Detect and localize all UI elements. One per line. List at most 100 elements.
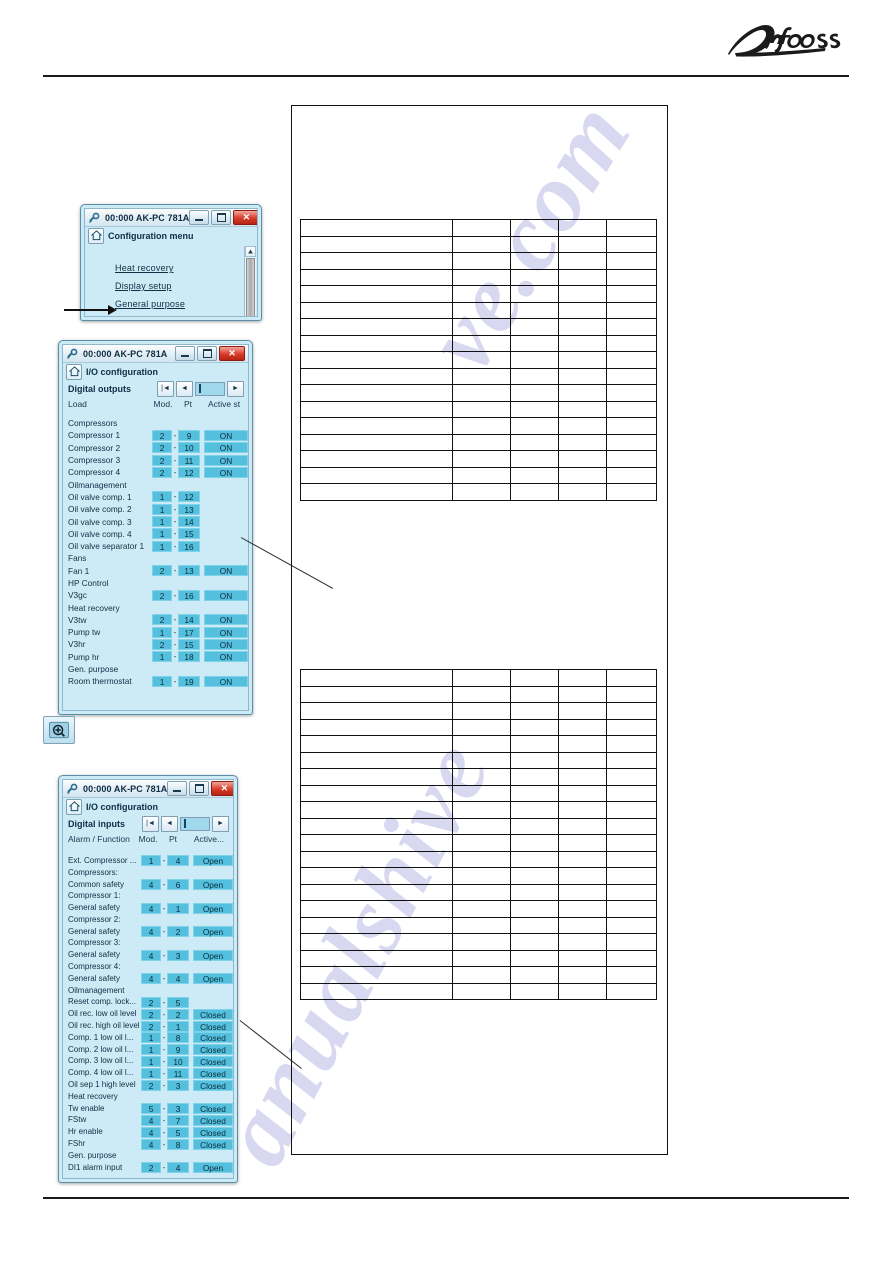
digital-input-row-module[interactable]: 2 [141,1008,161,1020]
digital-output-row-active-state[interactable]: ON [204,466,248,478]
digital-input-row-point[interactable]: 5 [167,996,189,1008]
window-controls[interactable]: ✕ [175,346,245,361]
digital-input-row-module[interactable]: 5 [141,1103,161,1115]
digital-input-row-module[interactable]: 4 [141,1114,161,1126]
digital-output-row-point[interactable]: 16 [178,589,200,601]
digital-input-row-active-state[interactable]: Open [193,855,233,867]
digital-output-row-point[interactable]: 14 [178,516,200,528]
digital-input-row-point[interactable]: 6 [167,878,189,890]
digital-input-row-module[interactable]: 4 [141,878,161,890]
digital-input-row-module[interactable]: 1 [141,855,161,867]
digital-input-row-active-state[interactable]: Closed [193,1044,233,1056]
window-controls[interactable]: ✕ [167,781,233,796]
digital-input-row-module[interactable]: 4 [141,973,161,985]
maximize-button[interactable] [189,781,210,796]
digital-input-row-active-state[interactable]: Closed [193,1032,233,1044]
digital-input-row-module[interactable]: 1 [141,1067,161,1079]
digital-input-row-module[interactable]: 1 [141,1032,161,1044]
digital-input-row-active-state[interactable]: Closed [193,1055,233,1067]
digital-input-row-point[interactable]: 4 [167,973,189,985]
digital-input-row-active-state[interactable]: Closed [193,1020,233,1032]
digital-output-row-point[interactable]: 14 [178,614,200,626]
minimize-button[interactable] [167,781,188,796]
digital-output-row-point[interactable]: 18 [178,651,200,663]
digital-output-row-point[interactable]: 13 [178,565,200,577]
digital-output-row-point[interactable]: 15 [178,638,200,650]
digital-output-row-active-state[interactable]: ON [204,626,248,638]
digital-input-row-active-state[interactable]: Closed [193,1067,233,1079]
maximize-button[interactable] [197,346,217,361]
digital-output-row-module[interactable]: 1 [152,675,172,687]
digital-output-row-active-state[interactable]: ON [204,614,248,626]
close-button[interactable]: ✕ [211,781,233,796]
menu-link-display-setup[interactable]: Display setup [115,281,185,291]
digital-inputs-toolbar[interactable]: Digital inputs |◄ ◄ ► [63,815,233,832]
digital-input-row-active-state[interactable]: Open [193,926,233,938]
nav-first-button[interactable]: |◄ [157,380,174,397]
nav-prev-button[interactable]: ◄ [176,380,193,397]
digital-output-row-module[interactable]: 2 [152,589,172,601]
digital-input-row-active-state[interactable]: Closed [193,1138,233,1150]
nav-field[interactable] [180,816,210,831]
digital-output-row-point[interactable]: 15 [178,528,200,540]
nav-prev-button[interactable]: ◄ [161,815,178,832]
digital-output-row-active-state[interactable]: ON [204,442,248,454]
digital-inputs-window[interactable]: 00:000 AK-PC 781A ✕ I/O configuration Di… [58,775,238,1183]
digital-output-row-module[interactable]: 1 [152,516,172,528]
minimize-button[interactable] [189,210,210,225]
maximize-button[interactable] [211,210,232,225]
digital-output-row-point[interactable]: 17 [178,626,200,638]
home-icon[interactable] [66,363,82,380]
home-icon[interactable] [66,798,82,815]
digital-input-row-point[interactable]: 3 [167,949,189,961]
digital-output-row-active-state[interactable]: ON [204,454,248,466]
digital-input-row-module[interactable]: 4 [141,926,161,938]
digital-input-row-point[interactable]: 1 [167,1020,189,1032]
digital-output-row-point[interactable]: 19 [178,675,200,687]
digital-output-row-module[interactable]: 2 [152,614,172,626]
digital-input-row-module[interactable]: 4 [141,1126,161,1138]
digital-outputs-window[interactable]: 00:000 AK-PC 781A ✕ I/O configuration Di… [58,340,253,715]
digital-outputs-titlebar[interactable]: 00:000 AK-PC 781A ✕ [63,345,248,363]
nav-next-button[interactable]: ► [212,815,229,832]
configuration-menu-links[interactable]: Heat recovery Display setup General purp… [115,263,185,316]
digital-input-row-module[interactable]: 1 [141,1055,161,1067]
digital-output-row-active-state[interactable]: ON [204,651,248,663]
digital-input-row-active-state[interactable]: Closed [193,1008,233,1020]
digital-input-row-active-state[interactable]: Closed [193,1079,233,1091]
digital-input-row-point[interactable]: 11 [167,1067,189,1079]
configuration-menu-titlebar[interactable]: 00:000 AK-PC 781A ✕ [85,209,257,227]
digital-input-row-active-state[interactable]: Closed [193,1126,233,1138]
digital-input-row-module[interactable]: 2 [141,1162,161,1174]
digital-input-row-point[interactable]: 5 [167,1126,189,1138]
digital-input-row-module[interactable]: 4 [141,949,161,961]
digital-inputs-titlebar[interactable]: 00:000 AK-PC 781A ✕ [63,780,233,798]
digital-output-row-module[interactable]: 2 [152,454,172,466]
menu-link-heat-recovery[interactable]: Heat recovery [115,263,185,273]
digital-input-row-module[interactable]: 4 [141,902,161,914]
digital-input-row-active-state[interactable]: Closed [193,1103,233,1115]
digital-input-row-point[interactable]: 8 [167,1138,189,1150]
digital-output-row-module[interactable]: 1 [152,651,172,663]
digital-input-row-point[interactable]: 8 [167,1032,189,1044]
window-controls[interactable]: ✕ [189,210,257,225]
digital-input-row-active-state[interactable]: Open [193,902,233,914]
digital-output-row-point[interactable]: 12 [178,491,200,503]
scroll-up-icon[interactable] [245,246,256,257]
nav-field[interactable] [195,381,225,396]
digital-input-row-point[interactable]: 9 [167,1044,189,1056]
digital-output-row-module[interactable]: 1 [152,528,172,540]
digital-output-row-active-state[interactable]: ON [204,675,248,687]
digital-input-row-module[interactable]: 1 [141,1044,161,1056]
digital-input-row-active-state[interactable]: Open [193,973,233,985]
nav-next-button[interactable]: ► [227,380,244,397]
digital-input-row-active-state[interactable]: Open [193,1162,233,1174]
digital-output-row-point[interactable]: 10 [178,442,200,454]
digital-output-row-point[interactable]: 11 [178,454,200,466]
digital-output-row-active-state[interactable]: ON [204,565,248,577]
digital-input-row-module[interactable]: 2 [141,1079,161,1091]
digital-output-row-active-state[interactable]: ON [204,589,248,601]
digital-input-row-point[interactable]: 10 [167,1055,189,1067]
digital-input-row-active-state[interactable]: Open [193,949,233,961]
digital-input-row-point[interactable]: 2 [167,926,189,938]
